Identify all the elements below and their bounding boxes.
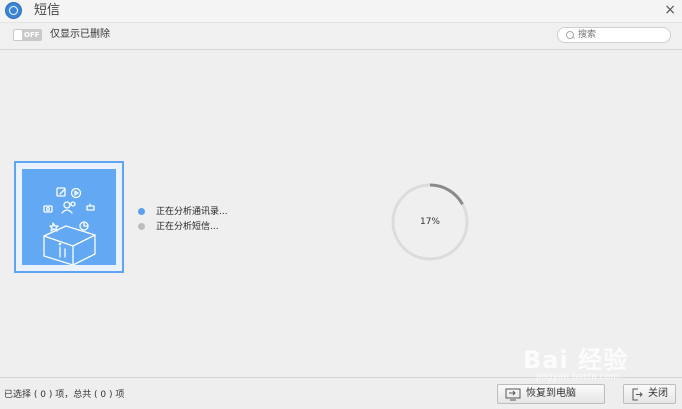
title-bar: 短信 × [0, 0, 682, 23]
show-deleted-label: 仅显示已删除 [50, 29, 110, 40]
baidu-watermark-url: jingyan.baidu.com [536, 372, 620, 382]
exit-icon [632, 388, 643, 401]
search-icon [566, 31, 574, 39]
window-title: 短信 [34, 3, 61, 18]
search-box[interactable] [557, 27, 671, 43]
selection-summary: 已选择 ( 0 ) 项，总共 ( 0 ) 项 [4, 390, 125, 400]
app-logo-icon [5, 2, 22, 19]
toolbar: OFF 仅显示已删除 [0, 23, 682, 50]
progress-percent: 17% [419, 217, 440, 227]
toggle-state-label: OFF [24, 31, 40, 39]
restore-to-computer-button[interactable]: 恢复到电脑 [497, 384, 605, 404]
progress-ring: 17% [389, 181, 471, 263]
toggle-knob [14, 30, 22, 40]
status-text: 正在分析通讯录... [156, 207, 228, 217]
analysis-box-icon [43, 187, 96, 266]
analysis-illustration [14, 161, 124, 273]
close-button-label: 关闭 [648, 388, 668, 399]
status-dot-active [138, 208, 145, 215]
show-deleted-toggle[interactable]: OFF [13, 29, 42, 41]
status-text: 正在分析短信... [156, 222, 219, 232]
baidu-watermark: Bai 经验 [523, 346, 629, 374]
close-icon[interactable]: × [664, 2, 676, 18]
restore-button-label: 恢复到电脑 [526, 388, 576, 399]
search-input[interactable] [578, 29, 666, 41]
computer-icon [505, 388, 521, 401]
status-dot-pending [138, 223, 145, 230]
close-button[interactable]: 关闭 [623, 384, 676, 404]
illustration-panel [22, 169, 116, 266]
